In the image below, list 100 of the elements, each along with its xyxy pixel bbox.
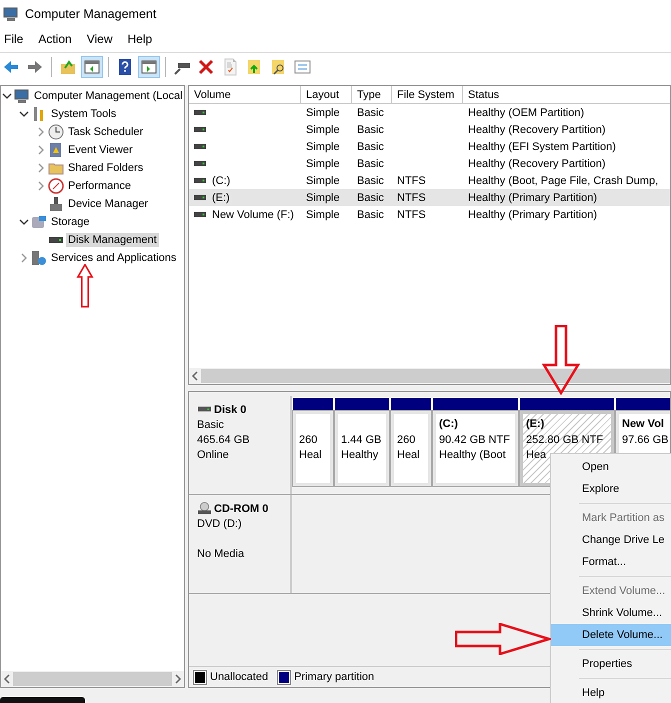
back-arrow-icon bbox=[2, 58, 20, 76]
table-cell: Basic bbox=[357, 106, 384, 118]
expand-chevron-icon[interactable] bbox=[19, 253, 29, 263]
context-menu-item[interactable]: Delete Volume... bbox=[551, 624, 671, 653]
list-icon bbox=[293, 58, 311, 76]
tree-item[interactable]: Disk Management bbox=[66, 233, 159, 247]
partition-size: 260 bbox=[299, 433, 318, 448]
delete-icon bbox=[197, 58, 215, 76]
storage-icon bbox=[31, 214, 47, 230]
partition-bar bbox=[293, 398, 333, 411]
drive-icon bbox=[194, 143, 206, 150]
table-row[interactable]: Simple Basic Healthy (Recovery Partition) bbox=[189, 155, 670, 172]
tree-item[interactable]: Device Manager bbox=[66, 197, 150, 211]
menu-item[interactable]: File bbox=[4, 32, 24, 46]
partition-status: Healthy (Boot bbox=[439, 448, 507, 463]
services-icon bbox=[31, 250, 47, 266]
disk-detail: Online bbox=[197, 448, 230, 463]
table-cell: Basic bbox=[357, 174, 384, 186]
table-row[interactable]: Simple Basic Healthy (EFI System Partition) bbox=[189, 138, 670, 155]
table-cell-text: (C:) bbox=[211, 174, 232, 186]
table-cell: NTFS bbox=[397, 208, 426, 220]
legend-label: Primary partition bbox=[294, 671, 374, 683]
table-cell: Healthy (Recovery Partition) bbox=[468, 124, 606, 136]
table-cell: Simple bbox=[306, 158, 340, 170]
disk-name: Disk 0 bbox=[214, 404, 246, 416]
expand-chevron-icon[interactable] bbox=[36, 145, 46, 155]
device-icon bbox=[48, 196, 64, 212]
expand-chevron-icon[interactable] bbox=[36, 127, 46, 137]
partition-label: (E:) bbox=[526, 418, 546, 432]
horizontal-scrollbar[interactable] bbox=[189, 368, 670, 384]
forward-arrow-icon bbox=[26, 58, 44, 76]
table-cell: Healthy (Primary Partition) bbox=[468, 192, 597, 204]
drive-icon bbox=[194, 177, 206, 184]
column-header[interactable]: Status bbox=[463, 86, 670, 104]
table-cell: Simple bbox=[306, 174, 340, 186]
table-cell: Simple bbox=[306, 140, 340, 152]
expand-chevron-icon[interactable] bbox=[36, 181, 46, 191]
tree-item[interactable]: Storage bbox=[49, 215, 92, 229]
table-row[interactable]: (E:) Simple Basic NTFS Healthy (Primary Partition) bbox=[189, 189, 670, 206]
disc-drive-icon bbox=[197, 502, 212, 515]
tree-item[interactable]: Shared Folders bbox=[66, 161, 146, 175]
table-cell: Simple bbox=[306, 124, 340, 136]
table-cell: Healthy (Primary Partition) bbox=[468, 208, 597, 220]
partition-block[interactable]: 1.44 GB Healthy bbox=[335, 411, 389, 486]
table-row[interactable]: Simple Basic Healthy (OEM Partition) bbox=[189, 104, 670, 121]
partition-size: 97.66 GB bbox=[622, 433, 670, 448]
table-cell-text: New Volume (F:) bbox=[211, 208, 295, 220]
drive-icon bbox=[194, 126, 206, 133]
collapse-chevron-icon[interactable] bbox=[19, 109, 29, 119]
tree-item[interactable]: System Tools bbox=[49, 107, 118, 121]
context-menu-item[interactable]: Help bbox=[551, 682, 671, 703]
computer-icon bbox=[3, 6, 19, 22]
context-menu-item[interactable]: Change Drive Le bbox=[551, 529, 671, 551]
menu-item[interactable]: Help bbox=[128, 32, 152, 46]
column-header[interactable]: Layout bbox=[301, 86, 352, 104]
menu-item[interactable]: View bbox=[86, 32, 112, 46]
partition-block[interactable]: (C:) 90.42 GB NTF Healthy (Boot bbox=[433, 411, 518, 486]
legend-label: Unallocated bbox=[210, 671, 268, 683]
panel-icon bbox=[83, 58, 101, 76]
tree-item[interactable]: Performance bbox=[66, 179, 133, 193]
help-icon bbox=[116, 58, 134, 76]
table-cell: Simple bbox=[306, 208, 340, 220]
table-row[interactable]: New Volume (F:) Simple Basic NTFS Healthy (Primary Partition) bbox=[189, 206, 670, 223]
table-cell: Basic bbox=[357, 192, 384, 204]
collapse-chevron-icon[interactable] bbox=[19, 217, 29, 227]
table-row[interactable]: (C:) Simple Basic NTFS Healthy (Boot, Page File, Crash Dump, bbox=[189, 172, 670, 189]
tree-toolbar-button[interactable] bbox=[81, 56, 103, 78]
folder-up-arrow-icon bbox=[59, 58, 77, 76]
partition-status: Heal bbox=[397, 448, 421, 463]
drive-icon bbox=[194, 109, 206, 116]
disk-detail: Basic bbox=[197, 418, 225, 433]
table-cell: Healthy (OEM Partition) bbox=[468, 106, 584, 118]
partition-bar bbox=[391, 398, 431, 411]
partition-label: New Vol bbox=[622, 418, 665, 432]
disk-detail: No Media bbox=[197, 547, 246, 562]
partition-status: Hea bbox=[526, 448, 548, 463]
tree-item[interactable]: Services and Applications bbox=[49, 251, 178, 265]
pane-toolbar-button[interactable] bbox=[138, 56, 160, 78]
horizontal-scrollbar[interactable] bbox=[1, 671, 184, 687]
table-cell: Basic bbox=[357, 124, 384, 136]
clock-icon bbox=[48, 124, 64, 140]
menu-item[interactable]: Action bbox=[38, 32, 72, 46]
partition-block[interactable]: 260 Heal bbox=[391, 411, 431, 486]
collapse-chevron-icon[interactable] bbox=[2, 91, 12, 101]
folder-search-icon bbox=[269, 58, 287, 76]
column-header[interactable]: Type bbox=[352, 86, 392, 104]
table-cell: (E:) bbox=[210, 192, 232, 204]
table-cell: Basic bbox=[357, 208, 384, 220]
column-header[interactable]: File System bbox=[392, 86, 463, 104]
expand-chevron-icon[interactable] bbox=[36, 163, 46, 173]
tree-item[interactable]: Event Viewer bbox=[66, 143, 135, 157]
context-menu-item[interactable]: Shrink Volume... bbox=[551, 602, 671, 624]
tree-item[interactable]: Computer Management (Local bbox=[32, 89, 184, 103]
computer-icon bbox=[14, 88, 30, 104]
column-header[interactable]: Volume bbox=[189, 86, 301, 104]
drive-icon bbox=[194, 160, 206, 167]
disk-info-card[interactable]: CD-ROM 0 DVD (D:) No Media bbox=[189, 495, 292, 593]
partition-block[interactable]: 260 Heal bbox=[293, 411, 333, 486]
table-row[interactable]: Simple Basic Healthy (Recovery Partition) bbox=[189, 121, 670, 138]
tree-item[interactable]: Task Scheduler bbox=[66, 125, 146, 139]
